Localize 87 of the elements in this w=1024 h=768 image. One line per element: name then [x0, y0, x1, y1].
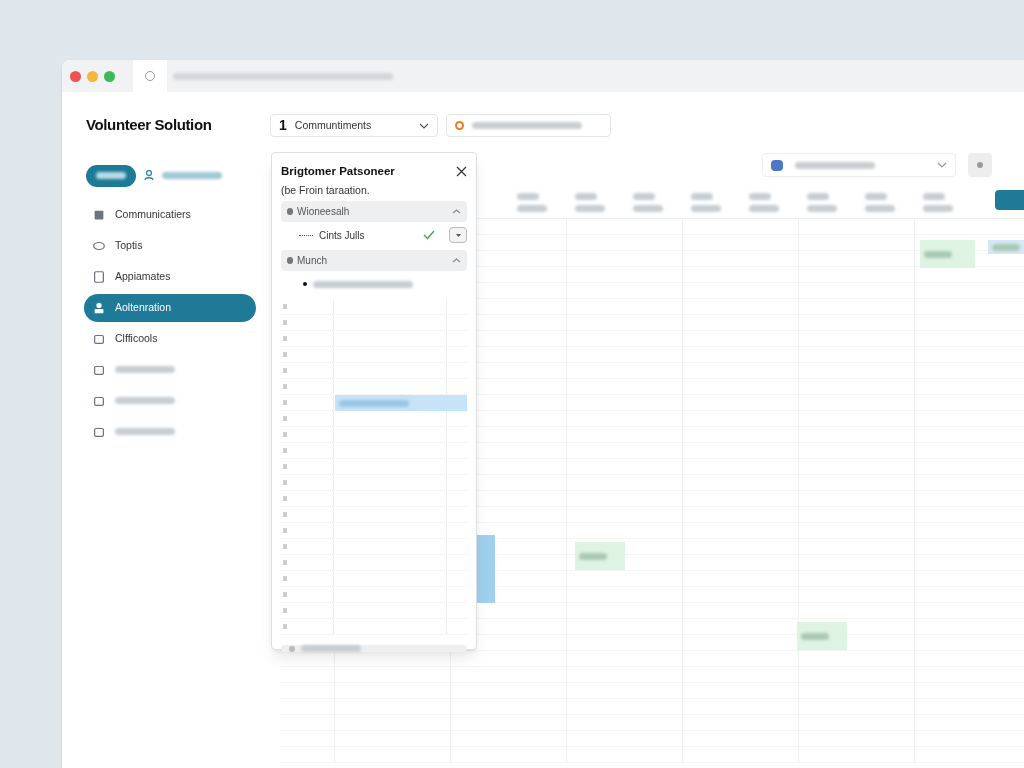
time-mark	[283, 560, 287, 565]
blurred-text	[162, 172, 222, 179]
time-mark	[283, 352, 287, 357]
add-button[interactable]	[281, 645, 467, 652]
close-button[interactable]	[968, 153, 992, 177]
calendar-event[interactable]	[988, 240, 1024, 254]
time-mark	[283, 544, 287, 549]
time-mark	[283, 400, 287, 405]
chevron-up-icon	[452, 209, 461, 214]
time-mark	[283, 384, 287, 389]
blurred-text	[575, 193, 597, 200]
template-button[interactable]	[446, 114, 611, 137]
sidebar-item[interactable]: Appiamates	[84, 262, 248, 291]
time-mark	[283, 624, 287, 629]
calendar-icon	[771, 159, 783, 171]
calendar-event[interactable]	[920, 240, 975, 268]
blurred-text	[115, 366, 175, 373]
section-header[interactable]: Munch	[281, 250, 467, 271]
section-icon	[287, 208, 293, 215]
app-title: Volunteer Solution	[86, 115, 213, 135]
blurred-text	[807, 205, 837, 212]
blurred-text	[633, 205, 663, 212]
blurred-text	[749, 193, 771, 200]
blurred-text	[691, 205, 721, 212]
person-icon	[92, 300, 106, 315]
chevron-down-icon	[937, 162, 947, 168]
time-mark	[283, 496, 287, 501]
view-button[interactable]	[995, 190, 1024, 210]
option-dropdown[interactable]	[449, 227, 467, 243]
blurred-text	[575, 205, 605, 212]
blurred-text	[96, 172, 126, 179]
chevron-up-icon	[452, 258, 461, 263]
time-mark	[283, 480, 287, 485]
category-dropdown[interactable]: 1 Communtiments	[270, 114, 438, 137]
blurred-text	[579, 552, 607, 560]
calendar-event[interactable]	[797, 622, 847, 650]
blurred-text	[633, 193, 655, 200]
time-mark	[283, 576, 287, 581]
dotted-line	[299, 234, 313, 236]
blurred-text	[301, 645, 361, 652]
popup-title: Brigtomer Patsoneer	[281, 164, 395, 179]
blurred-text	[992, 243, 1020, 251]
calendar-event[interactable]	[335, 395, 467, 411]
document-icon	[92, 269, 106, 284]
blurred-text	[339, 399, 409, 407]
report-dropdown[interactable]	[762, 153, 956, 177]
option-label: Cints Julls	[319, 228, 366, 243]
time-mark	[283, 464, 287, 469]
time-mark	[283, 416, 287, 421]
blurred-text	[517, 193, 539, 200]
blurred-text	[865, 193, 887, 200]
blurred-text	[115, 397, 175, 404]
caret-icon	[455, 233, 461, 237]
section-icon	[287, 257, 293, 264]
time-mark	[283, 608, 287, 613]
time-mark	[283, 336, 287, 341]
blurred-text	[801, 632, 829, 640]
sidebar-item[interactable]: Toptis	[84, 231, 248, 260]
popup-subtitle: (be Froin taraation.	[281, 183, 371, 199]
calendar-event[interactable]	[575, 542, 625, 570]
blurred-text	[115, 428, 175, 435]
bullet-icon	[303, 282, 307, 286]
blurred-text	[517, 205, 547, 212]
sidebar-item[interactable]: Communicatiers	[84, 200, 248, 229]
person-icon	[144, 170, 154, 181]
time-mark	[283, 448, 287, 453]
filter-chip[interactable]	[86, 164, 136, 187]
time-mark	[283, 528, 287, 533]
blurred-text	[923, 193, 945, 200]
time-mark	[283, 368, 287, 373]
time-mark	[283, 320, 287, 325]
sidebar-item[interactable]: Clfficools	[84, 324, 248, 353]
blurred-text	[807, 193, 829, 200]
blurred-text	[691, 193, 713, 200]
blurred-text	[865, 205, 895, 212]
blurred-text	[923, 205, 953, 212]
sidebar-item[interactable]: Aoltenration	[84, 293, 256, 322]
section-header[interactable]: Wioneesalh	[281, 201, 467, 222]
time-mark	[283, 512, 287, 517]
time-mark	[283, 592, 287, 597]
chevron-down-icon	[419, 122, 429, 129]
browser-tab[interactable]	[133, 60, 167, 92]
blurred-text	[924, 250, 952, 258]
time-mark	[283, 304, 287, 309]
blurred-text	[749, 205, 779, 212]
calendar-event[interactable]	[477, 535, 495, 603]
time-mark	[283, 432, 287, 437]
